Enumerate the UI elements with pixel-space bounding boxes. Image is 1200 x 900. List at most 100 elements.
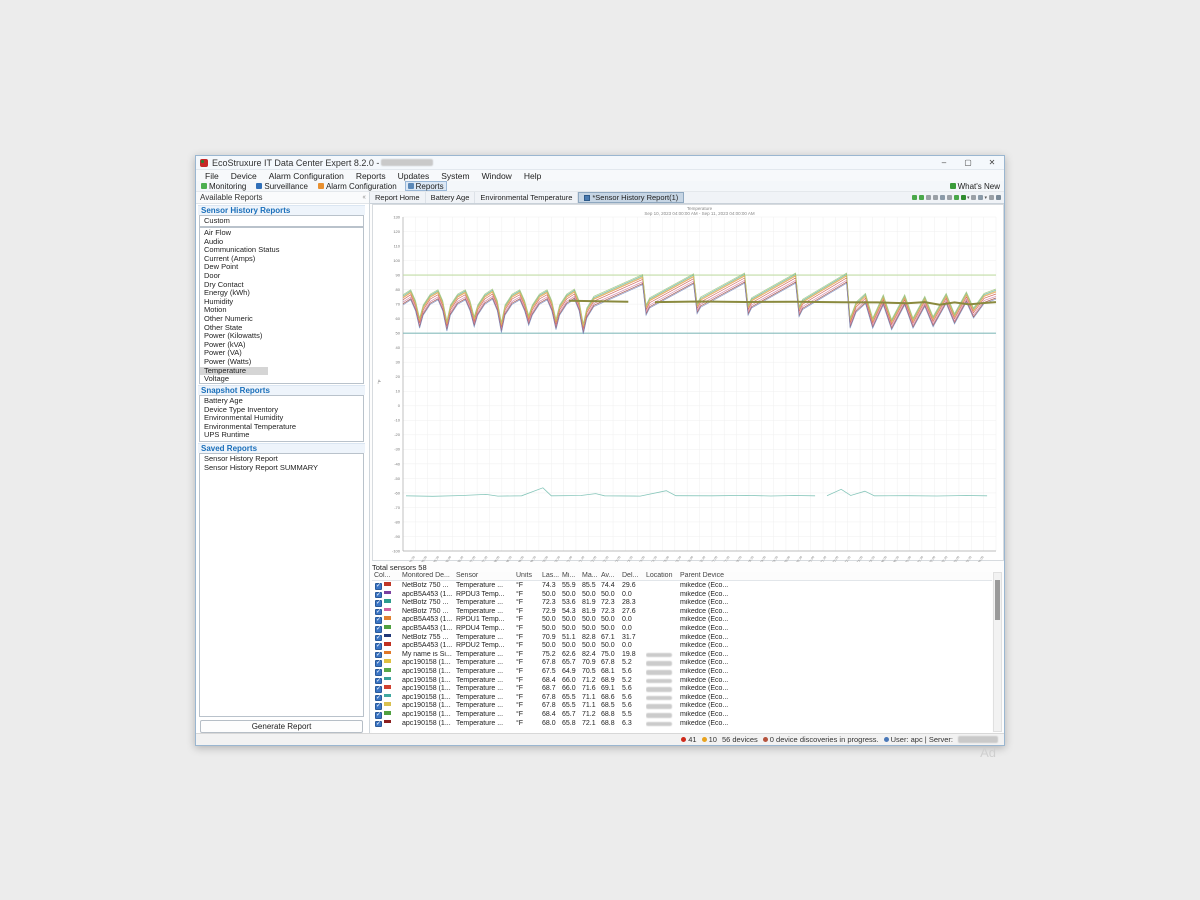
generate-report-button[interactable]: Generate Report	[200, 720, 363, 733]
table-scrollbar[interactable]	[993, 572, 1002, 732]
row-checkbox[interactable]: ✓	[375, 609, 382, 616]
table-row[interactable]: ✓apcB5A453 (1...RPDU4 Temp...°F50.050.05…	[372, 625, 992, 634]
menu-reports[interactable]: Reports	[350, 171, 392, 181]
table-row[interactable]: ✓NetBotz 750 ...Temperature ...°F72.353.…	[372, 599, 992, 608]
menu-updates[interactable]: Updates	[392, 171, 436, 181]
svg-text:17:30: 17:30	[723, 555, 731, 562]
column-header-av-[interactable]: Av...	[601, 572, 622, 579]
row-checkbox[interactable]: ✓	[375, 643, 382, 650]
report-type-voltage[interactable]: Voltage	[200, 375, 363, 384]
table-row[interactable]: ✓apc190158 (1...Temperature ...°F68.766.…	[372, 685, 992, 694]
svg-text:30: 30	[396, 360, 401, 365]
row-checkbox[interactable]: ✓	[375, 669, 382, 676]
report-type-dew-point[interactable]: Dew Point	[200, 263, 363, 272]
table-row[interactable]: ✓apc190158 (1...Temperature ...°F67.865.…	[372, 694, 992, 703]
chart-tool-icon-10[interactable]	[971, 195, 976, 200]
status-segment-2: 10	[702, 735, 717, 744]
table-row[interactable]: ✓apcB5A453 (1...RPDU2 Temp...°F50.050.05…	[372, 642, 992, 651]
column-header-las-[interactable]: Las...	[542, 572, 562, 579]
column-header-ma-[interactable]: Ma...	[582, 572, 601, 579]
chart-tool-icon-13[interactable]	[989, 195, 994, 200]
table-row[interactable]: ✓apc190158 (1...Temperature ...°F68.465.…	[372, 711, 992, 720]
tab-battery-age[interactable]: Battery Age	[426, 192, 476, 203]
row-checkbox[interactable]: ✓	[375, 695, 382, 702]
row-checkbox[interactable]: ✓	[375, 626, 382, 633]
chart-tool-icon-1[interactable]	[912, 195, 917, 200]
table-row[interactable]: ✓My name is Si...Temperature ...°F75.262…	[372, 651, 992, 660]
column-header-parent-device[interactable]: Parent Device	[680, 572, 800, 579]
table-row[interactable]: ✓apc190158 (1...Temperature ...°F67.564.…	[372, 668, 992, 677]
table-row[interactable]: ✓apcB5A453 (1...RPDU3 Temp...°F50.050.05…	[372, 591, 992, 600]
column-header-monitored-de-[interactable]: Monitored De...	[402, 572, 456, 579]
table-row[interactable]: ✓NetBotz 750 ...Temperature ...°F74.355.…	[372, 582, 992, 591]
tab-environmental-temperature[interactable]: Environmental Temperature	[475, 192, 578, 203]
row-checkbox[interactable]: ✓	[375, 652, 382, 659]
toolbar-reports[interactable]: Reports	[405, 181, 447, 191]
column-header-sensor[interactable]: Sensor	[456, 572, 516, 579]
collapse-panel-icon[interactable]: ‹‹	[362, 194, 365, 201]
maximize-button[interactable]: ▢	[956, 156, 980, 169]
min-cell: 54.3	[562, 608, 582, 617]
toolbar-alarm-configuration[interactable]: Alarm Configuration	[316, 181, 399, 191]
svg-text:-30: -30	[394, 447, 401, 452]
chart-tool-icon-6[interactable]	[947, 195, 952, 200]
tab--sensor-history-report-1-[interactable]: *Sensor History Report(1)	[578, 192, 684, 203]
series-color-chip	[384, 625, 391, 629]
toolbar-surveillance[interactable]: Surveillance	[254, 181, 310, 191]
dropdown-caret-icon[interactable]: ▾	[984, 195, 987, 201]
report-type-sensor-history-report-summary[interactable]: Sensor History Report SUMMARY	[200, 464, 363, 473]
chart-tool-icon-4[interactable]	[933, 195, 938, 200]
chart-tool-icon-3[interactable]	[926, 195, 931, 200]
row-checkbox[interactable]: ✓	[375, 712, 382, 719]
chart-tool-icon-5[interactable]	[940, 195, 945, 200]
tab-report-home[interactable]: Report Home	[370, 192, 426, 203]
row-checkbox[interactable]: ✓	[375, 617, 382, 624]
table-row[interactable]: ✓apc190158 (1...Temperature ...°F68.466.…	[372, 677, 992, 686]
whats-new-link[interactable]: What's New	[950, 182, 1000, 191]
chart-canvas[interactable]: 1301201101009080706050403020100-10-20-30…	[373, 205, 1003, 567]
column-header-mi-[interactable]: Mi...	[562, 572, 582, 579]
row-checkbox[interactable]: ✓	[375, 600, 382, 607]
close-button[interactable]: ✕	[980, 156, 1004, 169]
max-cell: 81.9	[582, 599, 601, 608]
report-type-ups-runtime[interactable]: UPS Runtime	[200, 431, 363, 440]
series-color-chip	[384, 702, 391, 706]
table-row[interactable]: ✓apcB5A453 (1...RPDU1 Temp...°F50.050.05…	[372, 616, 992, 625]
status-segment-5: User: apc | Server:	[884, 735, 953, 744]
column-header-units[interactable]: Units	[516, 572, 542, 579]
row-checkbox[interactable]: ✓	[375, 592, 382, 599]
column-header-del-[interactable]: Del...	[622, 572, 646, 579]
chart-tool-icon-8[interactable]	[961, 195, 966, 200]
chart-tool-icon-11[interactable]	[978, 195, 983, 200]
menu-system[interactable]: System	[435, 171, 475, 181]
row-checkbox[interactable]: ✓	[375, 703, 382, 710]
column-header-col-[interactable]: Col...	[374, 572, 402, 579]
chart-tool-icon-7[interactable]	[954, 195, 959, 200]
row-checkbox[interactable]: ✓	[375, 660, 382, 667]
chart-tool-icon-2[interactable]	[919, 195, 924, 200]
menu-alarm-configuration[interactable]: Alarm Configuration	[263, 171, 350, 181]
row-checkbox[interactable]: ✓	[375, 721, 382, 728]
menu-window[interactable]: Window	[476, 171, 518, 181]
row-checkbox[interactable]: ✓	[375, 583, 382, 590]
row-checkbox[interactable]: ✓	[375, 686, 382, 693]
column-header-location[interactable]: Location	[646, 572, 680, 579]
table-row[interactable]: ✓apc190158 (1...Temperature ...°F67.865.…	[372, 702, 992, 711]
table-row[interactable]: ✓apc190158 (1...Temperature ...°F67.865.…	[372, 659, 992, 668]
table-scrollbar-thumb[interactable]	[995, 580, 1000, 620]
table-row[interactable]: ✓apc190158 (1...Temperature ...°F68.065.…	[372, 720, 992, 729]
menu-device[interactable]: Device	[225, 171, 263, 181]
table-row[interactable]: ✓NetBotz 755 ...Temperature ...°F70.951.…	[372, 634, 992, 643]
dropdown-caret-icon[interactable]: ▾	[967, 195, 970, 201]
toolbar-monitoring[interactable]: Monitoring	[199, 181, 248, 191]
menu-file[interactable]: File	[199, 171, 225, 181]
minimize-button[interactable]: –	[932, 156, 956, 169]
row-checkbox[interactable]: ✓	[375, 678, 382, 685]
table-row[interactable]: ✓NetBotz 750 ...Temperature ...°F72.954.…	[372, 608, 992, 617]
parent-device-cell: mikedce (Eco...	[680, 694, 800, 703]
menu-help[interactable]: Help	[518, 171, 547, 181]
report-type-custom[interactable]: Custom	[200, 217, 363, 226]
report-type-air-flow[interactable]: Air Flow	[200, 229, 363, 238]
chart-tool-icon-14[interactable]	[996, 195, 1001, 200]
row-checkbox[interactable]: ✓	[375, 635, 382, 642]
